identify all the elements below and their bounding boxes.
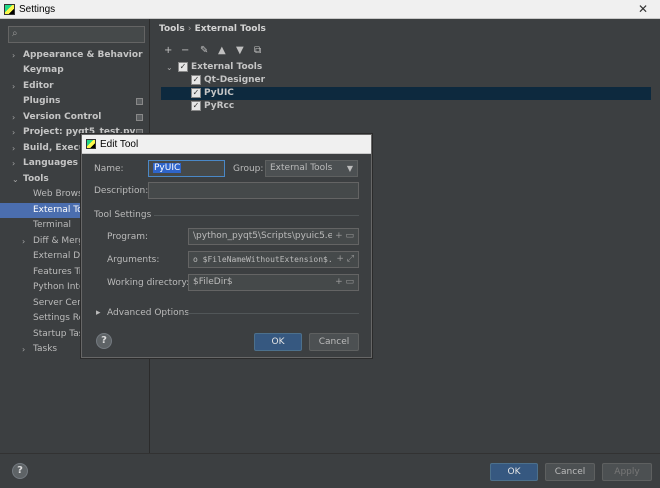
description-field[interactable] xyxy=(148,182,359,199)
tool-label: PyRcc xyxy=(204,101,235,111)
cancel-button[interactable]: Cancel xyxy=(545,463,595,481)
breadcrumb-external-tools: External Tools xyxy=(194,24,266,34)
sidebar-item-version-control[interactable]: › Version Control xyxy=(0,110,150,125)
project-settings-icon xyxy=(136,98,143,105)
sidebar-item-label: Tasks xyxy=(33,344,58,354)
copy-icon[interactable]: ⧉ xyxy=(254,45,261,56)
chevron-right-icon: › xyxy=(22,237,26,246)
arguments-value: o $FileNameWithoutExtension$.py xyxy=(193,255,343,264)
working-directory-label: Working directory: xyxy=(107,278,190,288)
apply-button[interactable]: Apply xyxy=(602,463,652,481)
app-icon xyxy=(4,4,15,15)
sidebar-item-label: Version Control xyxy=(23,112,102,122)
tool-group-label: External Tools xyxy=(191,62,263,72)
remove-icon[interactable]: − xyxy=(181,45,189,56)
insert-macro-folder-icon[interactable]: + ▭ xyxy=(332,229,354,244)
insert-macro-folder-icon[interactable]: + ▭ xyxy=(332,275,354,290)
group-select[interactable]: External Tools ▼ xyxy=(265,160,358,177)
advanced-options-divider xyxy=(186,313,359,314)
chevron-right-icon: › xyxy=(12,159,16,168)
settings-footer: ? OK Cancel Apply xyxy=(0,453,660,488)
close-icon[interactable]: ✕ xyxy=(638,2,648,16)
name-label: Name: xyxy=(94,164,124,174)
program-label: Program: xyxy=(107,232,149,242)
tool-checkbox[interactable]: ✓ xyxy=(191,101,201,111)
help-button[interactable]: ? xyxy=(12,463,28,479)
move-down-icon[interactable]: ▼ xyxy=(236,45,244,56)
chevron-right-icon: › xyxy=(22,345,26,354)
tool-label: PyUIC xyxy=(204,88,234,98)
sidebar-item-label: Terminal xyxy=(33,220,72,230)
tool-row-pyrcc[interactable]: ✓ PyRcc xyxy=(161,100,651,113)
group-label: Group: xyxy=(233,164,264,174)
arguments-label: Arguments: xyxy=(107,255,160,265)
move-up-icon[interactable]: ▲ xyxy=(218,45,226,56)
chevron-down-icon: ⌄ xyxy=(166,63,173,72)
tool-settings-heading: Tool Settings xyxy=(94,210,152,220)
sidebar-item-label: Appearance & Behavior xyxy=(23,50,143,60)
sidebar-item-editor[interactable]: › Editor xyxy=(0,79,150,94)
app-icon xyxy=(86,139,96,149)
dialog-ok-button[interactable]: OK xyxy=(254,333,302,351)
ok-button[interactable]: OK xyxy=(490,463,538,481)
group-checkbox[interactable]: ✓ xyxy=(178,62,188,72)
search-icon: ⌕ xyxy=(12,28,18,39)
chevron-right-icon: › xyxy=(12,128,16,137)
working-directory-field[interactable]: $FileDir$ + ▭ xyxy=(188,274,359,291)
edit-tool-dialog: Edit Tool Name: PyUIC Group: External To… xyxy=(81,134,372,358)
working-directory-value: $FileDir$ xyxy=(193,277,233,287)
name-field[interactable]: PyUIC xyxy=(148,160,225,177)
add-icon[interactable]: + xyxy=(164,45,172,56)
breadcrumb: Tools › External Tools xyxy=(159,24,266,34)
arguments-field[interactable]: o $FileNameWithoutExtension$.py + ⤢ xyxy=(188,251,359,268)
sidebar-item-label: Plugins xyxy=(23,96,61,106)
sidebar-item-plugins[interactable]: Plugins xyxy=(0,94,150,109)
sidebar-item-keymap[interactable]: Keymap xyxy=(0,63,150,78)
tool-row-qt-designer[interactable]: ✓ Qt-Designer xyxy=(161,74,651,87)
breadcrumb-tools: Tools xyxy=(159,24,185,34)
chevron-right-icon: › xyxy=(12,51,16,60)
dialog-title: Edit Tool xyxy=(100,139,139,150)
advanced-options-label: Advanced Options xyxy=(107,308,190,318)
name-value: PyUIC xyxy=(153,163,182,173)
breadcrumb-separator: › xyxy=(187,24,192,34)
chevron-down-icon: ⌄ xyxy=(12,175,19,184)
project-settings-icon xyxy=(136,114,143,121)
title-bar: Settings ✕ xyxy=(0,0,660,19)
group-value: External Tools xyxy=(270,163,333,173)
chevron-right-icon: › xyxy=(12,113,16,122)
chevron-right-icon: › xyxy=(12,82,16,91)
chevron-right-icon: › xyxy=(12,144,16,153)
chevron-down-icon: ▼ xyxy=(346,164,353,173)
sidebar-item-appearance[interactable]: › Appearance & Behavior xyxy=(0,48,150,63)
tool-checkbox[interactable]: ✓ xyxy=(191,75,201,85)
search-input[interactable]: ⌕ xyxy=(8,26,145,43)
dialog-title-bar: Edit Tool xyxy=(82,135,371,154)
program-field[interactable]: \python_pyqt5\Scripts\pyuic5.exe + ▭ xyxy=(188,228,359,245)
chevron-right-icon: ▸ xyxy=(96,308,101,318)
tool-row-pyuic[interactable]: ✓ PyUIC xyxy=(161,87,651,100)
window-title: Settings xyxy=(19,4,56,15)
dialog-help-button[interactable]: ? xyxy=(96,333,112,349)
description-label: Description: xyxy=(94,186,149,196)
insert-macro-expand-icon[interactable]: + ⤢ xyxy=(333,252,354,267)
sidebar-item-label: Editor xyxy=(23,81,54,91)
tool-settings-divider xyxy=(154,215,359,216)
dialog-cancel-button[interactable]: Cancel xyxy=(309,333,359,351)
tool-label: Qt-Designer xyxy=(204,75,266,85)
sidebar-item-label: Tools xyxy=(23,174,49,184)
edit-icon[interactable]: ✎ xyxy=(200,45,208,56)
tool-checkbox[interactable]: ✓ xyxy=(191,88,201,98)
program-value: \python_pyqt5\Scripts\pyuic5.exe xyxy=(193,231,344,241)
tool-group-row[interactable]: ⌄ ✓ External Tools xyxy=(161,61,651,74)
sidebar-item-label: Keymap xyxy=(23,65,64,75)
